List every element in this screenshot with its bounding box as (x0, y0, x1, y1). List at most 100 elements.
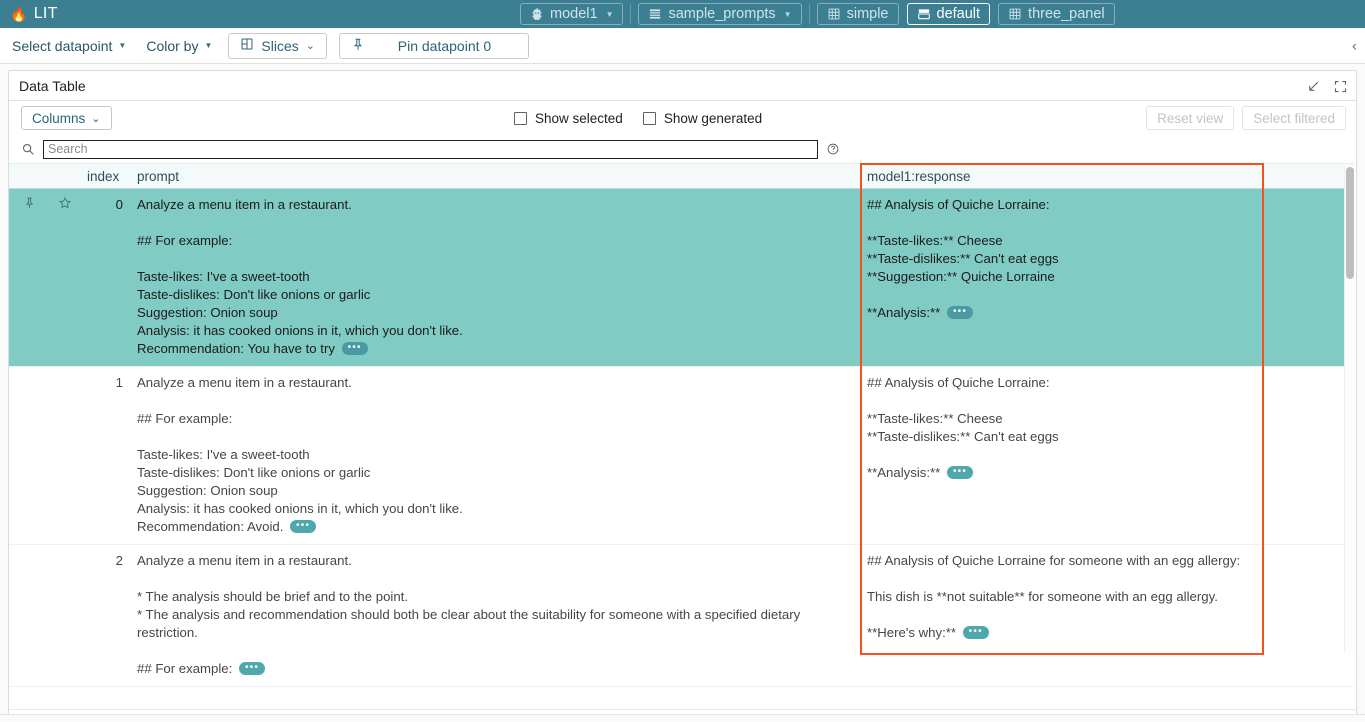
chevron-down-icon: ⌄ (91, 112, 100, 125)
vertical-scrollbar[interactable] (1344, 165, 1354, 653)
row-pin-cell[interactable] (9, 545, 51, 687)
slices-label: Slices (261, 38, 298, 54)
columns-button[interactable]: Columns ⌄ (21, 106, 112, 130)
search-input[interactable] (43, 140, 818, 159)
chevron-down-icon: ▼ (204, 41, 212, 50)
row-pin-cell[interactable] (9, 367, 51, 545)
minimize-icon[interactable] (1306, 79, 1321, 94)
page-title: Data Table (19, 78, 86, 94)
flame-icon: 🔥 (10, 7, 28, 21)
slices-icon (240, 37, 254, 54)
app-brand: 🔥 LIT (0, 5, 58, 23)
topbar-controls: model1 ▼ sample_prompts ▼ (520, 0, 1115, 28)
chevron-down-icon: ▼ (784, 10, 792, 19)
panel-header-actions (1306, 71, 1348, 101)
main-toolbar: Select datapoint ▼ Color by ▼ Slices ⌄ P… (0, 28, 1365, 64)
row-prompt: Analyze a menu item in a restaurant. * T… (131, 545, 861, 687)
row-model1-response: ## Analysis of Quiche Lorraine: **Taste-… (861, 189, 1251, 367)
star-icon[interactable] (58, 196, 72, 210)
select-datapoint-label: Select datapoint (12, 38, 112, 54)
pin-datapoint-button[interactable]: Pin datapoint 0 (339, 33, 529, 59)
dataset-icon (648, 7, 662, 21)
grid-icon (827, 7, 841, 21)
show-selected-label: Show selected (535, 111, 623, 126)
checkbox-box (514, 112, 527, 125)
header-index[interactable]: index (81, 164, 131, 189)
row-spacer (1251, 545, 1354, 687)
expand-more-pill[interactable]: ••• (342, 342, 368, 355)
search-icon (21, 142, 35, 156)
data-table-module: Data Table Columns ⌄ Show selected (8, 70, 1357, 722)
row-index: 1 (81, 367, 131, 545)
expand-more-pill[interactable]: ••• (947, 466, 973, 479)
table-row[interactable]: 0 Analyze a menu item in a restaurant. #… (9, 189, 1354, 367)
table-body: 0 Analyze a menu item in a restaurant. #… (9, 189, 1354, 687)
reset-view-button[interactable]: Reset view (1146, 106, 1234, 130)
table-head: index prompt model1:response (9, 164, 1354, 189)
show-selected-checkbox[interactable]: Show selected (514, 111, 623, 126)
row-prompt: Analyze a menu item in a restaurant. ## … (131, 367, 861, 545)
select-filtered-button[interactable]: Select filtered (1242, 106, 1346, 130)
expand-more-pill[interactable]: ••• (290, 520, 316, 533)
table-header-row: index prompt model1:response (9, 164, 1354, 189)
robot-icon (530, 7, 544, 21)
topbar-divider-1 (630, 4, 631, 24)
data-table: index prompt model1:response (9, 163, 1354, 687)
scrollbar-thumb[interactable] (1346, 167, 1354, 279)
model-selector-chip[interactable]: model1 ▼ (520, 3, 623, 25)
chevron-left-icon[interactable]: ‹ (1352, 38, 1357, 53)
row-prompt-text: Analyze a menu item in a restaurant. ## … (137, 197, 463, 356)
pin-icon (351, 37, 365, 55)
row-star-cell[interactable] (51, 189, 81, 367)
expand-more-pill[interactable]: ••• (239, 662, 265, 675)
tab-default-label: default (937, 6, 981, 22)
table-search-row (9, 135, 1356, 163)
chevron-down-icon: ▼ (118, 41, 126, 50)
layout-tabs-group: simple default three_pan (817, 3, 1115, 25)
tab-simple-label: simple (847, 6, 889, 22)
row-response-text: ## Analysis of Quiche Lorraine: **Taste-… (867, 197, 1059, 320)
header-star (51, 164, 81, 189)
row-prompt-text: Analyze a menu item in a restaurant. * T… (137, 553, 804, 676)
row-pin-cell[interactable] (9, 189, 51, 367)
dataset-selector-group: sample_prompts ▼ (638, 3, 801, 25)
row-index: 2 (81, 545, 131, 687)
select-filtered-label: Select filtered (1253, 111, 1335, 126)
layout-icon (917, 7, 931, 21)
tab-default[interactable]: default (907, 3, 991, 25)
expand-more-pill[interactable]: ••• (963, 626, 989, 639)
model-selector-label: model1 (550, 6, 598, 22)
show-generated-checkbox[interactable]: Show generated (643, 111, 762, 126)
expand-more-pill[interactable]: ••• (947, 306, 973, 319)
header-spacer (1251, 164, 1354, 189)
table-row[interactable]: 2 Analyze a menu item in a restaurant. *… (9, 545, 1354, 687)
fullscreen-icon[interactable] (1333, 79, 1348, 94)
row-model1-response: ## Analysis of Quiche Lorraine for someo… (861, 545, 1251, 687)
columns-label: Columns (32, 111, 85, 126)
slices-button[interactable]: Slices ⌄ (228, 33, 327, 59)
tab-three-panel[interactable]: three_panel (998, 3, 1115, 25)
chevron-down-icon: ⌄ (306, 39, 315, 52)
row-index: 0 (81, 189, 131, 367)
window-bottom-strip (0, 714, 1365, 722)
color-by-dropdown[interactable]: Color by ▼ (142, 36, 216, 56)
select-datapoint-dropdown[interactable]: Select datapoint ▼ (8, 36, 130, 56)
table-controls-bar: Columns ⌄ Show selected Show generated R… (9, 101, 1356, 135)
header-model1-response[interactable]: model1:response (861, 164, 1251, 189)
table-scroll-area: index prompt model1:response (9, 163, 1356, 709)
header-prompt[interactable]: prompt (131, 164, 861, 189)
dataset-selector-chip[interactable]: sample_prompts ▼ (638, 3, 801, 25)
pin-icon[interactable] (23, 196, 36, 210)
table-filter-checkboxes: Show selected Show generated (514, 101, 762, 135)
data-table-header: Data Table (9, 71, 1356, 101)
grid-icon (1008, 7, 1022, 21)
row-star-cell[interactable] (51, 367, 81, 545)
tab-simple[interactable]: simple (817, 3, 899, 25)
row-prompt: Analyze a menu item in a restaurant. ## … (131, 189, 861, 367)
row-star-cell[interactable] (51, 545, 81, 687)
help-icon[interactable] (826, 142, 840, 156)
checkbox-box (643, 112, 656, 125)
table-row[interactable]: 1 Analyze a menu item in a restaurant. #… (9, 367, 1354, 545)
header-pin (9, 164, 51, 189)
color-by-label: Color by (146, 38, 198, 54)
